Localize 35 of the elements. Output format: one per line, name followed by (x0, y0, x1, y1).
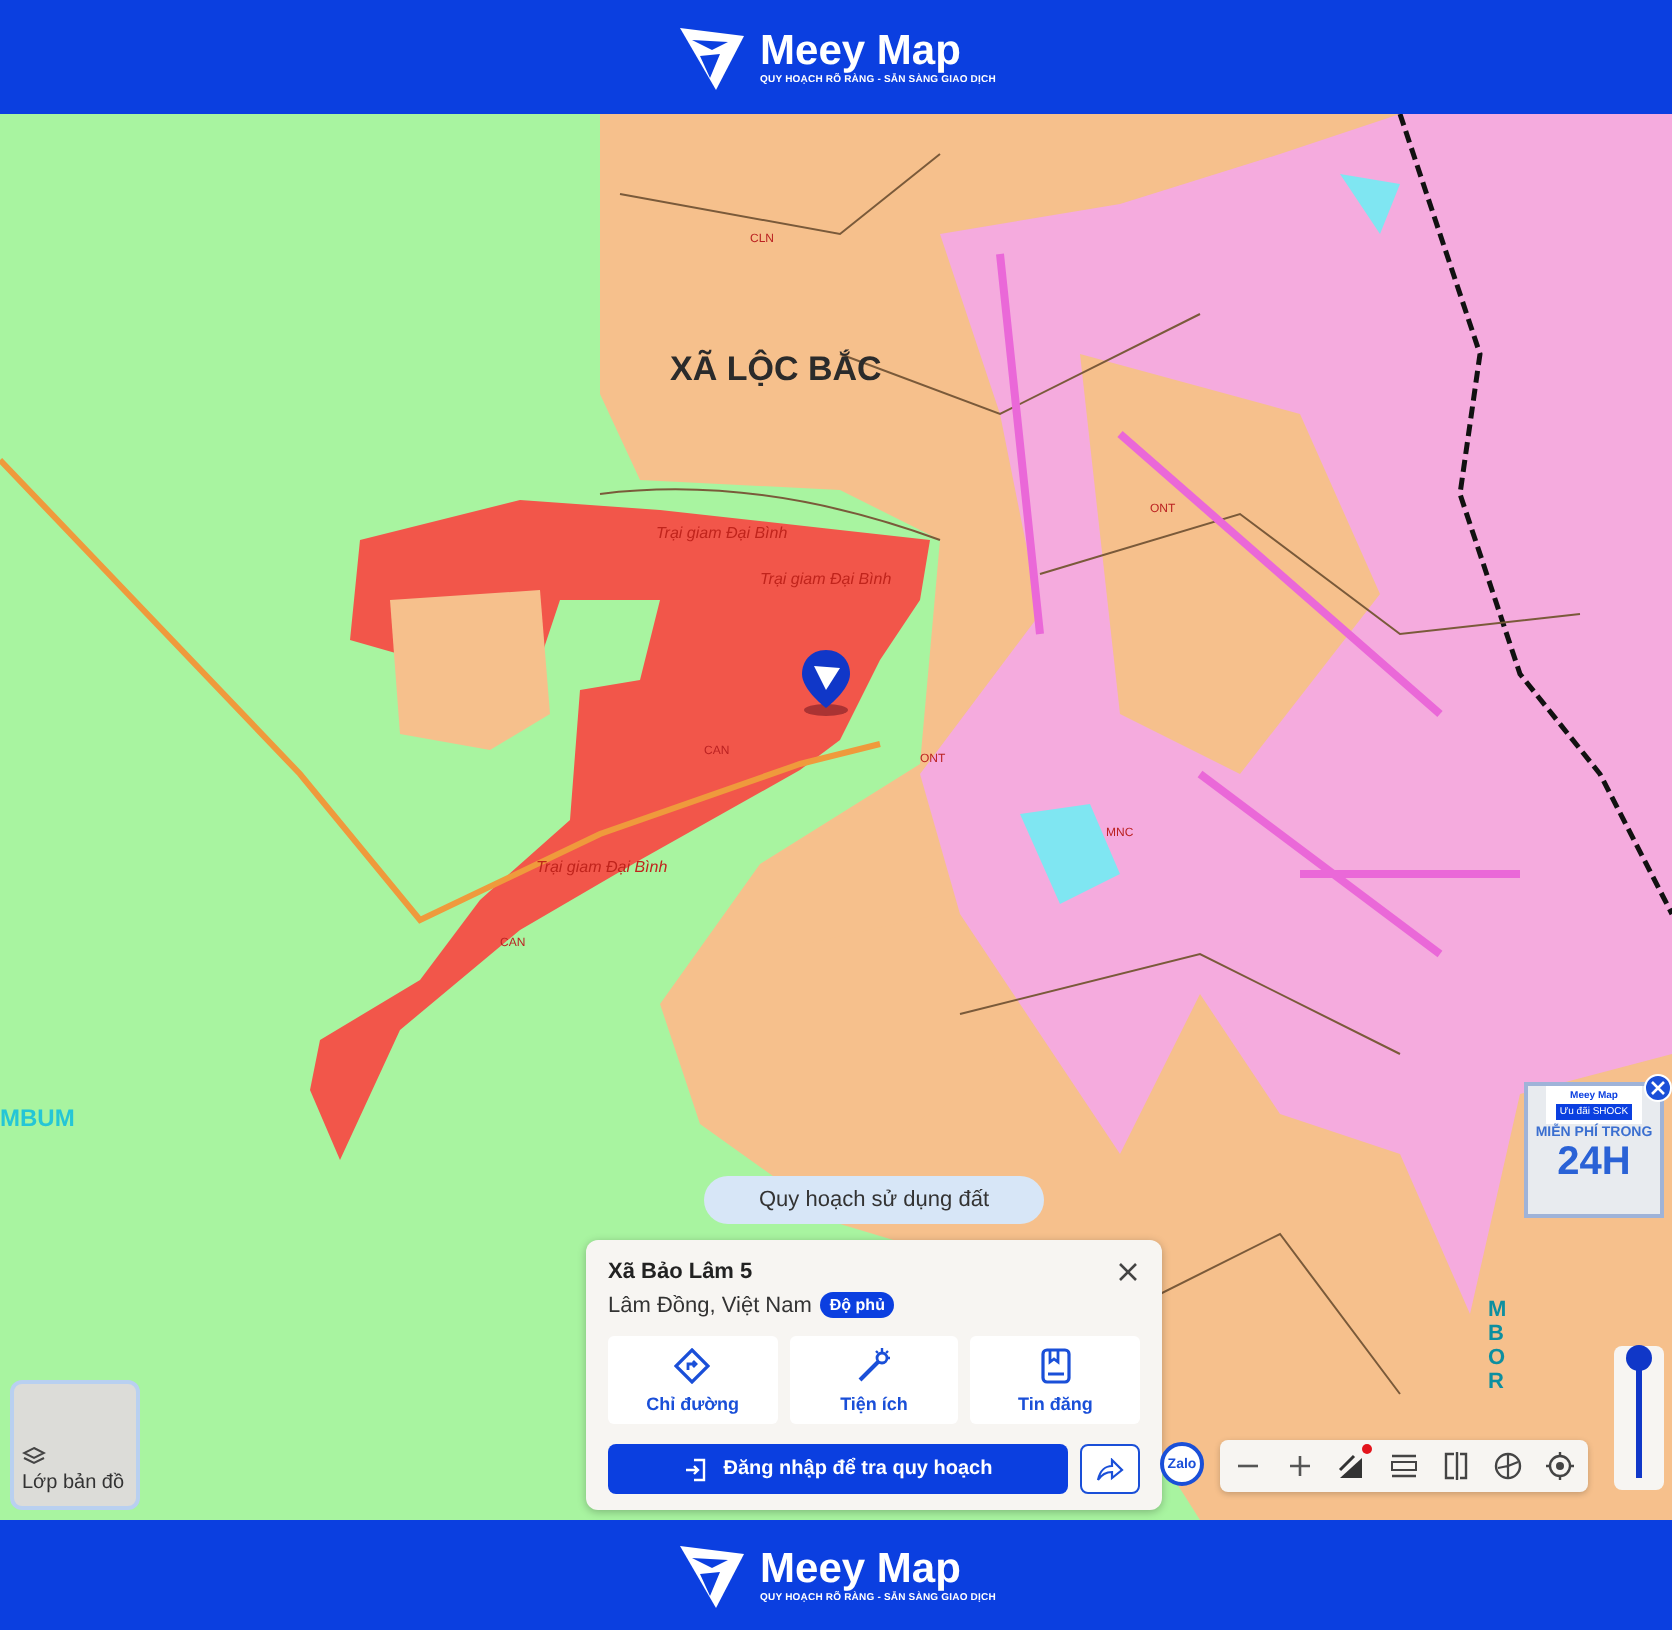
promo-headline: 24H (1557, 1142, 1631, 1182)
slider-thumb[interactable] (1626, 1345, 1652, 1371)
layer-chip[interactable]: Quy hoạch sử dụng đất (704, 1176, 1044, 1224)
ruler-icon[interactable] (1388, 1450, 1420, 1482)
opacity-slider[interactable] (1614, 1346, 1664, 1490)
action-button[interactable]: Tin đăng (970, 1336, 1140, 1424)
river-label: MBUM (0, 1104, 75, 1132)
action-button[interactable]: Tiện ích (789, 1336, 959, 1424)
river-label: MBOR (1488, 1298, 1509, 1395)
magic-wand-icon (855, 1347, 892, 1383)
close-icon (1650, 1080, 1666, 1096)
map-layers-button[interactable]: Lớp bản đồ (10, 1380, 140, 1510)
directions-icon (674, 1347, 711, 1383)
layers-icon (22, 1446, 46, 1466)
brand-name: Meey Map (760, 1547, 963, 1591)
action-button[interactable]: Chỉ đường (608, 1336, 778, 1424)
commune-label: XÃ LỘC BẮC (670, 350, 882, 390)
location-pin-icon (800, 648, 852, 716)
logo-icon (676, 1541, 749, 1609)
place-subtitle: Lâm Đồng, Việt Nam (608, 1293, 812, 1317)
globe-icon[interactable] (1492, 1450, 1524, 1482)
login-button[interactable]: Đăng nhập để tra quy hoạch (608, 1444, 1068, 1494)
share-icon (1096, 1457, 1124, 1481)
zoom-in-icon[interactable] (1284, 1450, 1316, 1482)
logo-icon (676, 23, 749, 91)
close-button[interactable] (1116, 1260, 1140, 1284)
brand-name: Meey Map (760, 29, 963, 73)
place-title: Xã Bảo Lâm 5 (608, 1260, 753, 1284)
drawing-icon[interactable] (1336, 1450, 1368, 1482)
split-view-icon[interactable] (1440, 1450, 1472, 1482)
share-button[interactable] (1080, 1444, 1140, 1494)
login-icon (683, 1457, 708, 1481)
coverage-badge: Độ phủ (819, 1292, 895, 1318)
document-icon (1039, 1347, 1072, 1383)
locate-icon[interactable] (1544, 1450, 1576, 1482)
